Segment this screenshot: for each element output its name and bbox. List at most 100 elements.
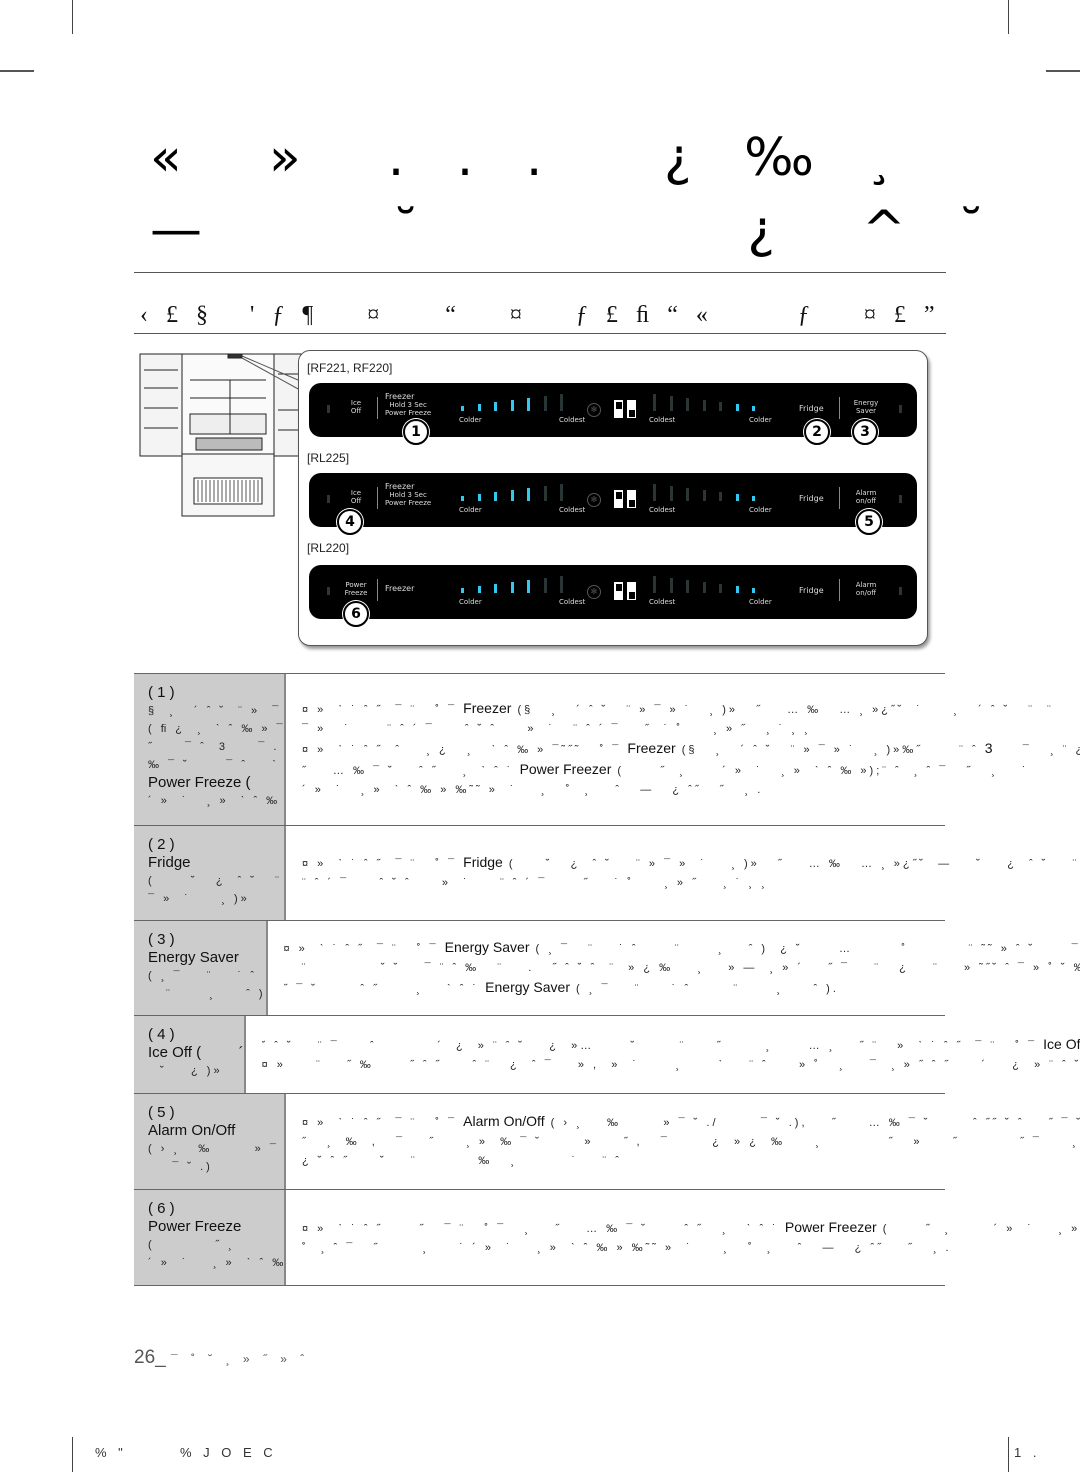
fridge-button[interactable]: Fridge [799, 405, 824, 413]
control-panel: Power Freeze Freezer Colder Coldest ✻ Coldest C… [309, 565, 917, 619]
freezer-temp-segment [543, 578, 547, 593]
control-panel-diagram: [RF221, RF220] Ice Off Freezer Hold 3 Sec Pow… [298, 350, 928, 646]
crop-mark [0, 70, 34, 72]
freezer-button-label: Freezer [385, 482, 415, 491]
indicator-led [899, 495, 902, 503]
table-row: ( 1 ) § ¸ ´ ˆ ˘ ¨ » ¯ » ˙ ¸ » ( ﬁ ¿ ¸ ˋ ˆ … [134, 674, 1080, 826]
right-button[interactable]: Alarm on/off [849, 581, 883, 597]
feature-description-line: ¤ » ˋ ˙ ˆ ˝ ¯ ¨ ˚ ¯ Freezer (§ ¸ ´ ˆ ˘ ¨… [302, 700, 1054, 716]
freezer-button[interactable]: Freezer [385, 585, 414, 593]
feature-description-line: ¤ » ˋ ˙ ˆ ˝ ¯ ¨ ˚ ¯ Energy Saver ( ¸ ¯ ¨… [283, 938, 1080, 955]
right-button-line1: Energy [853, 399, 879, 407]
freezer-temp-segment [527, 488, 530, 501]
left-button[interactable]: Ice Off [343, 489, 369, 505]
left-button[interactable]: Power Freeze [343, 581, 369, 597]
freezer-temp-segment [510, 490, 514, 501]
fridge-temp-segment [702, 400, 706, 411]
fridge-scale-left-label: Coldest [649, 416, 676, 424]
page-title-line-2: — ˘ ¿ ^ ˘ ¨ ^ ¯ » [150, 200, 1003, 260]
freezer-temp-segment [494, 584, 497, 593]
feature-number: ( 5 ) [148, 1104, 175, 1121]
model-label: [RL220] [307, 541, 350, 555]
table-row: ( 3 ) Energy Saver ( ¸ ¯ ¨ ˙ ˆ ¨ ¸ ˆ ) ¤ » … [134, 921, 1080, 1016]
left-button-line2: Freeze [344, 589, 368, 597]
freezer-button[interactable]: Freezer Hold 3 Sec Power Freeze [385, 392, 432, 418]
fridge-temp-segment [669, 486, 673, 501]
fridge-temp-segment [653, 394, 656, 411]
callout-number: 6 [343, 601, 369, 627]
fridge-scale-right-label: Colder [749, 416, 772, 424]
feature-name-line: Fridge [148, 854, 191, 871]
fridge-mode-toggle-icon [627, 582, 636, 600]
indicator-led [899, 405, 902, 413]
snowflake-icon: ✻ [587, 493, 601, 507]
feature-name-cell: ( 3 ) Energy Saver ( ¸ ¯ ¨ ˙ ˆ ¨ ¸ ˆ ) [134, 921, 268, 1015]
callout-number: 1 [403, 419, 429, 445]
left-button[interactable]: Ice Off [343, 399, 369, 415]
feature-description-line: ˝ ¯ ˘ ˆ ˝ ¸ ˋ ˆ ˙ Energy Saver ( ¸ ¯ ¨ ˙… [283, 978, 839, 995]
subtitle-divider [134, 333, 946, 334]
indicator-led [327, 405, 330, 413]
freezer-mode-toggle-icon [614, 400, 623, 418]
indicator-led [327, 587, 330, 595]
fridge-button[interactable]: Fridge [799, 495, 824, 503]
feature-name-cell: ( 5 )Alarm On/Off ( › ¸ ‰ » ¯ ˘ ./ ¯ ˘ .) [134, 1094, 286, 1189]
table-row: ( 6 )Power Freeze ( ˝ ¸ ´ » ˙ ¸ » ˋ ˆ ‰ » … [134, 1190, 1077, 1286]
freezer-button-sub2: Power Freeze [385, 499, 432, 507]
fridge-scale-right-label: Colder [749, 506, 772, 514]
freezer-button-label: Freezer [385, 392, 415, 401]
feature-description-line: ¨ ˆ ´ ¯ ˆ ˘ ˆ » ˙ ¨ ˆ ´ ¯ ˝ ˙ ˚ ¸ » ˝ ¸ … [302, 877, 768, 889]
feature-name-line: ¯ » ˙ ¸ )» [148, 893, 250, 905]
fridge-scale-left-label: Coldest [649, 598, 676, 606]
fridge-temp-segment [752, 588, 755, 593]
freezer-temp-segment [527, 580, 530, 593]
feature-name-line: ´ » ˙ ¸ » ˋ ˆ ‰ » ]]ˆ [148, 795, 281, 807]
feature-name-line: Alarm On/Off [148, 1122, 236, 1139]
fridge-temp-segment [719, 584, 722, 593]
right-button[interactable]: Energy Saver [849, 399, 883, 415]
left-button-line1: Ice [350, 399, 362, 407]
feature-description-line: ¨ ˘ ˘ ¯ ¨ ˆ ‰ ¨ . ˝ ˆ ˘ ˆ ¨ » ¿ ‰ ¸ » — … [283, 961, 1080, 974]
right-button-line2: on/off [855, 497, 877, 505]
freezer-button-sub2: Power Freeze [385, 409, 432, 417]
callout-number: 3 [852, 419, 878, 445]
fridge-temp-segment [702, 582, 706, 593]
separator [839, 579, 840, 601]
feature-number: ( 1 ) [148, 684, 175, 701]
feature-description-line: ¤ » ˋ ˙ ˆ ˝ ¯ ¨ ˚ ¯ Alarm On/Off ( › ¸ ‰… [302, 1113, 1080, 1129]
feature-description-cell: ¤ » ˋ ˙ ˆ ˝ ¯ ¨ ˚ ¯ Alarm On/Off ( › ¸ ‰… [286, 1094, 1080, 1189]
title-divider [134, 272, 946, 273]
freezer-button-label: Freezer [385, 584, 415, 593]
fridge-temp-segment [669, 396, 673, 411]
freezer-temp-segment [477, 586, 481, 593]
fridge-button[interactable]: Fridge [799, 587, 824, 595]
feature-description-line: ¤ » ˋ ˙ ˆ ˝ ˆ ¸ ¿ ¸ ˋ ˆ ‰ » ¯˜˝˜ ˚ ¯ Fre… [302, 740, 1080, 756]
freezer-temp-segment [510, 400, 514, 411]
freezer-temp-segment [510, 582, 514, 593]
freezer-temp-segment [461, 496, 464, 501]
feature-description-line: ˘ ˆ ˘ ¨ ¯ ˆ ´ ¿ » ¨ ˆ ˘ ¿ »… ˘ ¨ ˝ ¸ … ¸… [261, 1035, 1080, 1052]
feature-name-cell: ( 1 ) § ¸ ´ ˆ ˘ ¨ » ¯ » ˙ ¸ » ( ﬁ ¿ ¸ ˋ ˆ … [134, 674, 286, 825]
fridge-temp-segment [702, 490, 706, 501]
feature-name-line: ¨ ¸ ˆ ) [148, 988, 266, 1000]
crop-mark [1008, 0, 1009, 34]
feature-name-line: ˘ ¿ )» [148, 1065, 223, 1077]
feature-description-line: ¿ ˘ ˆ ˝ ˘ ¨ ‰ ¸ ˙ ¨ ˆ [302, 1155, 622, 1167]
control-panel: Ice Off Freezer Hold 3 Sec Power Freeze Colde… [309, 473, 917, 527]
separator [377, 397, 378, 419]
feature-number: ( 4 ) [148, 1026, 175, 1043]
callout-number: 2 [804, 419, 830, 445]
feature-description-line: ¤ » ¨ ˝ ‰ ˝ ˆ ˝ ˆ ¨ ¿ ˆ ¯ » , » ˙ ¸ ˋ ¨ … [261, 1058, 1080, 1071]
feature-name-cell: ( 4 ) Ice Off ( ´ ˘ ¿ )» [134, 1016, 246, 1093]
freezer-button[interactable]: Freezer Hold 3 Sec Power Freeze [385, 482, 432, 508]
right-button[interactable]: Alarm on/off [849, 489, 883, 505]
fridge-scale-right-label: Colder [749, 598, 772, 606]
feature-name-cell: ( 2 ) Fridge ( ˘ ¿ ˆ ˘ ¨ » ¯ » ˙ ¸ )» [134, 826, 286, 920]
feature-name-line: ‰ ¯ ˘ ¯ ˆ ˋ ˆ ˙ » [148, 759, 279, 771]
feature-name-cell: ( 6 )Power Freeze ( ˝ ¸ ´ » ˙ ¸ » ˋ ˆ ‰ » … [134, 1190, 286, 1285]
callout-number: 4 [337, 509, 363, 535]
snowflake-icon: ✻ [587, 585, 601, 599]
fridge-temp-segment [669, 578, 673, 593]
fridge-temp-segment [735, 586, 739, 593]
freezer-scale-left-label: Colder [459, 416, 482, 424]
